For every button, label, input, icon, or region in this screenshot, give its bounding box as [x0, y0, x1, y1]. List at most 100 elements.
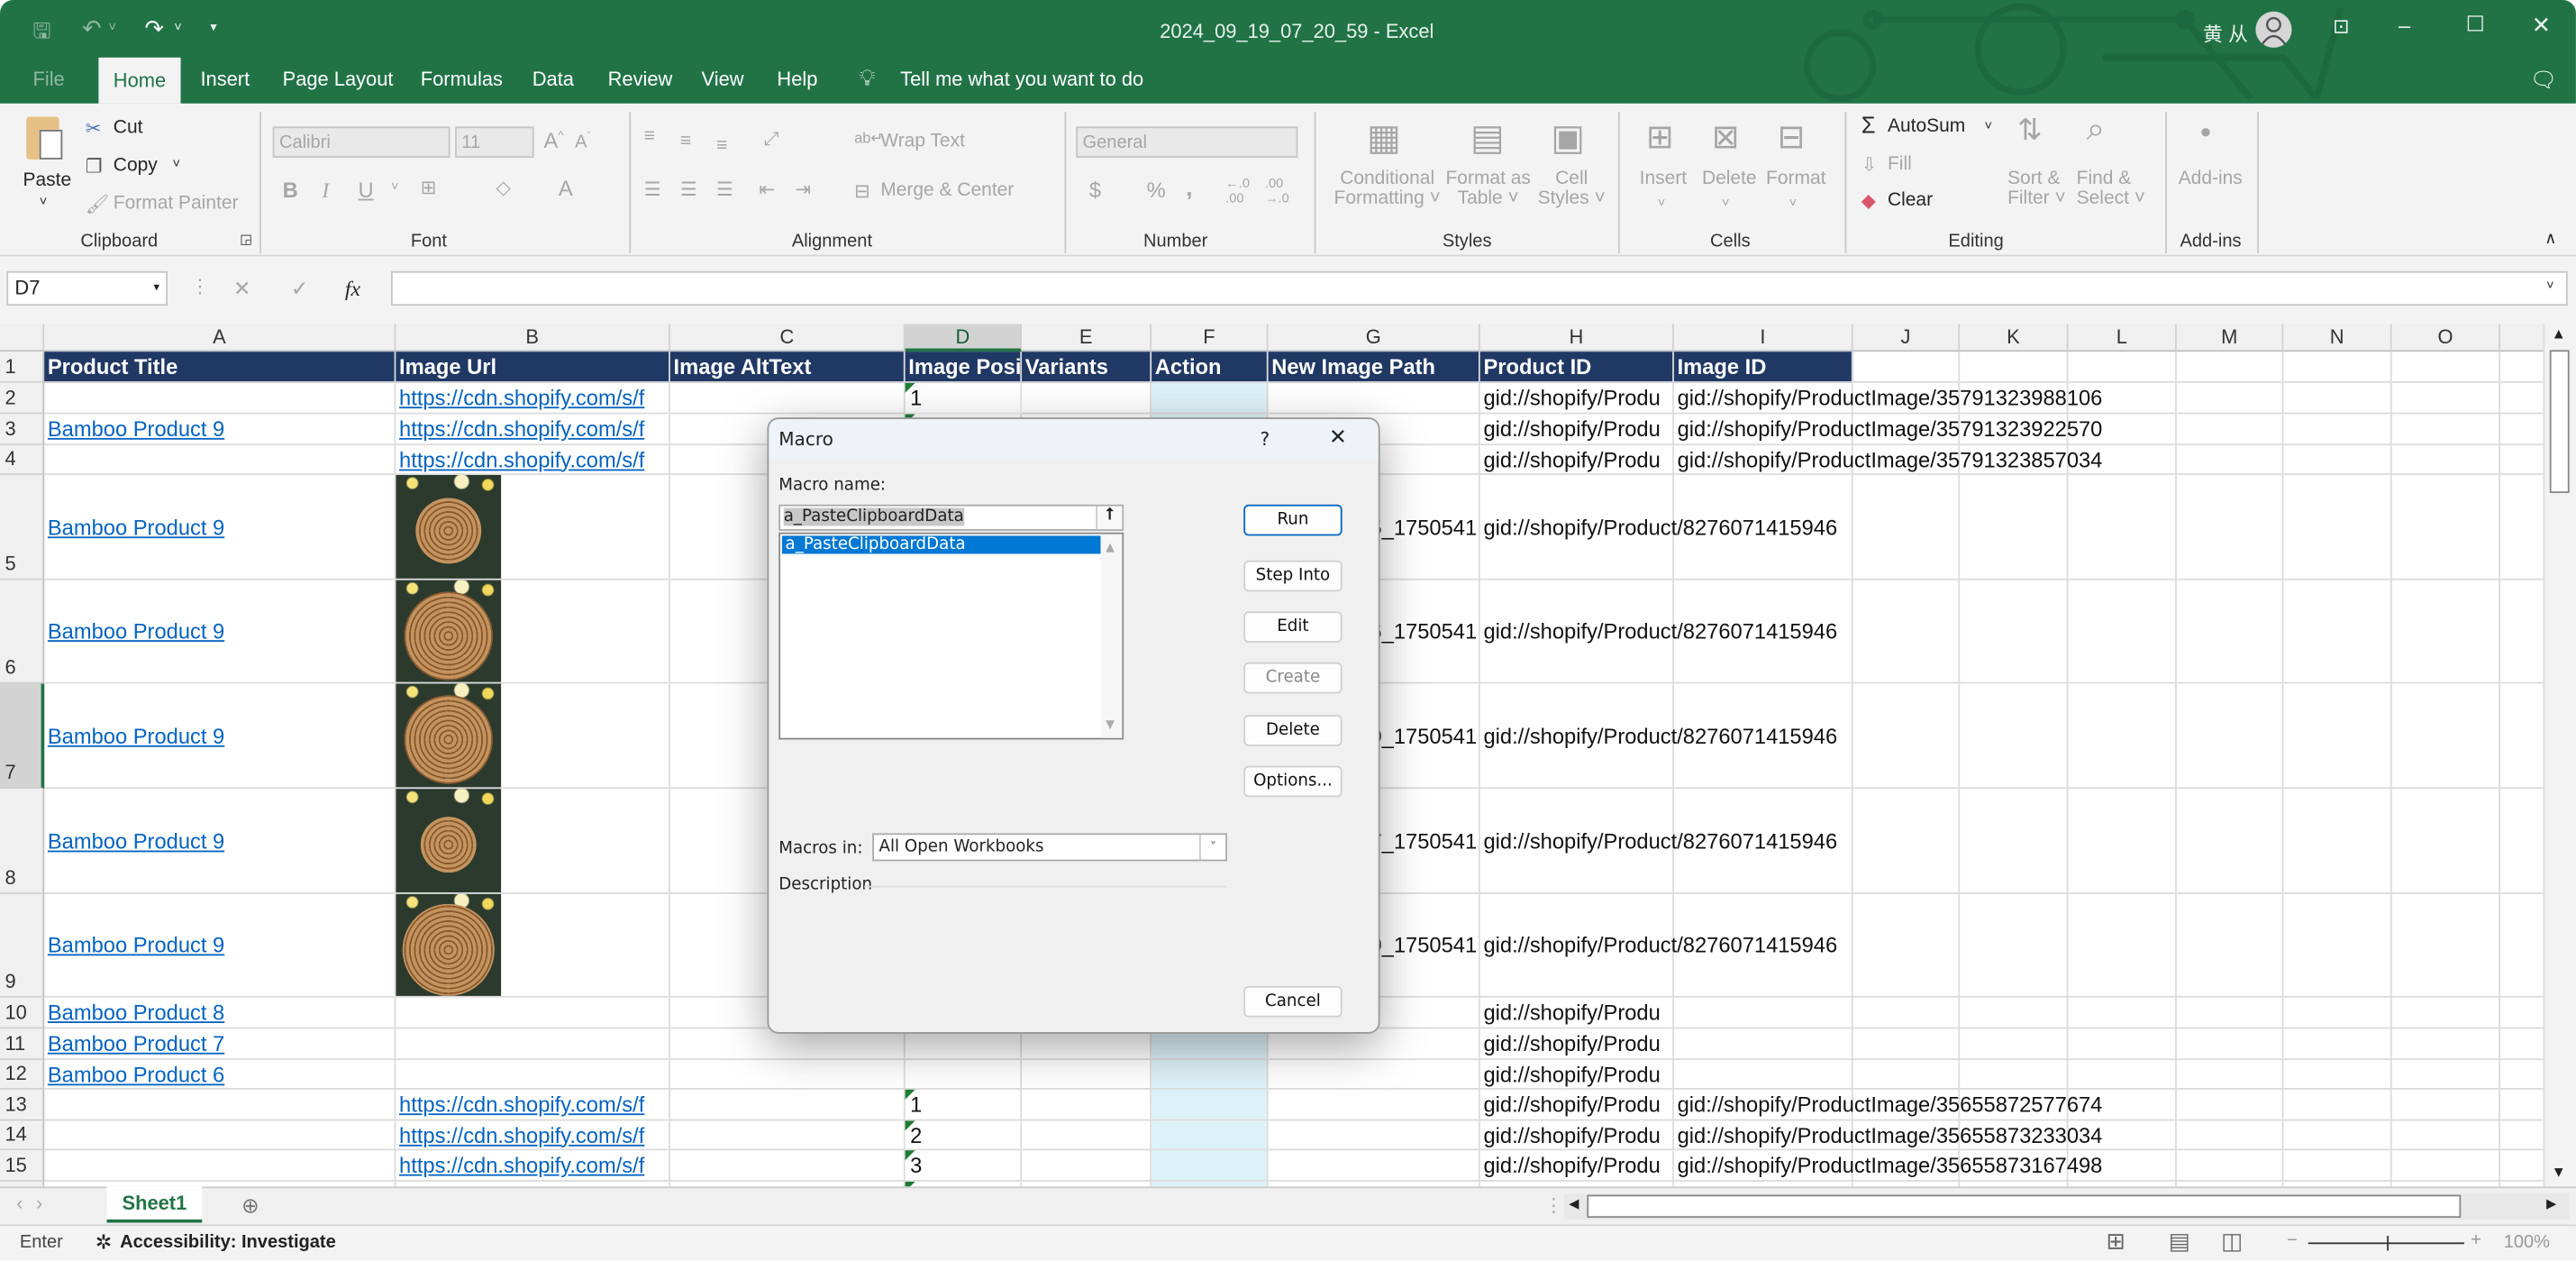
expand-formula-bar-icon[interactable]: ˅: [2546, 278, 2554, 292]
column-header[interactable]: K: [1960, 324, 2069, 352]
cell-O6[interactable]: [2391, 580, 2501, 684]
cell-B12[interactable]: [396, 1060, 670, 1090]
cell-O3[interactable]: [2391, 414, 2501, 446]
currency-button[interactable]: $: [1089, 178, 1101, 202]
cell-C15[interactable]: [669, 1150, 906, 1182]
cell-value[interactable]: Bamboo Product 9: [48, 416, 224, 441]
autosum-button[interactable]: AutoSum: [1888, 116, 1965, 136]
tab-insert[interactable]: Insert: [200, 68, 250, 91]
row-header[interactable]: 4: [0, 445, 45, 475]
minimize-icon[interactable]: –: [2399, 14, 2410, 38]
cell-K5[interactable]: [1960, 474, 2069, 580]
cell-M13[interactable]: [2176, 1089, 2284, 1121]
align-bottom-icon[interactable]: ≡: [716, 136, 727, 156]
font-color-icon[interactable]: A: [559, 176, 573, 200]
zoom-in-icon[interactable]: +: [2471, 1231, 2481, 1251]
cell-B8[interactable]: [396, 789, 670, 894]
find-select-button[interactable]: Find & Select ˅: [2077, 169, 2145, 209]
align-middle-icon[interactable]: ≡: [680, 132, 691, 151]
cell-D1[interactable]: Image Posit: [905, 352, 1023, 383]
horizontal-scrollbar[interactable]: ◀ ▶: [1563, 1192, 2570, 1220]
cell-M4[interactable]: [2176, 445, 2284, 475]
cell-B13[interactable]: https://cdn.shopify.com/s/f: [396, 1089, 670, 1121]
align-center-icon[interactable]: ☰: [680, 178, 697, 201]
row-header[interactable]: 5: [0, 474, 45, 580]
clear-button[interactable]: Clear: [1888, 191, 1933, 211]
cell-2[interactable]: [2500, 383, 2544, 415]
cell-H9[interactable]: gid://shopify/Product/8276071415946: [1479, 893, 1837, 998]
cell-H11[interactable]: gid://shopify/Produ: [1479, 1028, 1674, 1061]
sort-filter-button[interactable]: Sort & Filter ˅: [2007, 169, 2066, 209]
select-all-corner[interactable]: [0, 324, 45, 352]
sheet-tab-sheet1[interactable]: Sheet1: [106, 1186, 203, 1223]
cell-O5[interactable]: [2391, 474, 2501, 580]
cell-L9[interactable]: [2068, 893, 2177, 998]
tab-file[interactable]: File: [32, 68, 64, 91]
cell-N4[interactable]: [2283, 445, 2392, 475]
cell-K11[interactable]: [1960, 1028, 2069, 1061]
copy-dropdown-icon[interactable]: ˅: [172, 156, 180, 170]
cell-G12[interactable]: [1268, 1060, 1480, 1090]
row-header[interactable]: 9: [0, 893, 45, 998]
row-header[interactable]: 14: [0, 1120, 45, 1151]
cell-I11[interactable]: [1673, 1028, 1853, 1061]
tab-review[interactable]: Review: [608, 68, 673, 91]
cell-value[interactable]: Bamboo Product 9: [48, 933, 224, 957]
cell-value[interactable]: Bamboo Product 8: [48, 1000, 224, 1024]
cell-K12[interactable]: [1960, 1060, 2069, 1090]
cell-M7[interactable]: [2176, 683, 2284, 790]
paste-icon[interactable]: [26, 116, 63, 160]
zoom-slider-thumb[interactable]: [2386, 1236, 2389, 1251]
previous-sheet-icon[interactable]: ‹: [16, 1195, 23, 1215]
formula-input[interactable]: [390, 270, 2568, 306]
number-format-combo[interactable]: General: [1076, 126, 1298, 159]
delete-cells-button[interactable]: Delete: [1702, 169, 1757, 189]
cell-5[interactable]: [2500, 475, 2544, 580]
split-handle-icon[interactable]: ⋮: [1544, 1193, 1563, 1216]
cell-B6[interactable]: [396, 580, 670, 684]
vertical-scrollbar[interactable]: ▲ ▼: [2543, 324, 2575, 1187]
row-header[interactable]: 6: [0, 580, 45, 684]
cell-G1[interactable]: New Image Path: [1268, 352, 1480, 383]
cell-N11[interactable]: [2283, 1028, 2392, 1061]
cell-D2[interactable]: 1: [905, 382, 1023, 415]
edit-button[interactable]: Edit: [1243, 611, 1343, 643]
cell-B2[interactable]: https://cdn.shopify.com/s/f: [396, 382, 670, 415]
cell-O10[interactable]: [2391, 997, 2501, 1029]
macro-name-input[interactable]: a_PasteClipboardData ⭡: [778, 504, 1124, 531]
cell-O8[interactable]: [2391, 789, 2501, 894]
cell-L11[interactable]: [2068, 1028, 2177, 1061]
cell-N7[interactable]: [2283, 683, 2392, 790]
cell-value[interactable]: https://cdn.shopify.com/s/f: [399, 1122, 644, 1147]
column-header[interactable]: N: [2283, 324, 2392, 352]
cell-value[interactable]: https://cdn.shopify.com/s/f: [399, 1092, 644, 1117]
cell-3[interactable]: [2500, 414, 2544, 446]
row-header[interactable]: 7: [0, 683, 45, 790]
product-image-thumbnail[interactable]: [396, 789, 502, 893]
row-header[interactable]: 1: [0, 352, 45, 383]
scroll-down-icon[interactable]: ▼: [2552, 1164, 2566, 1180]
cell-12[interactable]: [2500, 1060, 2544, 1090]
column-header[interactable]: E: [1022, 324, 1152, 352]
column-header[interactable]: M: [2176, 324, 2284, 352]
cell-A10[interactable]: Bamboo Product 8: [44, 997, 396, 1029]
column-header[interactable]: [2500, 324, 2544, 352]
cell-O1[interactable]: [2391, 352, 2501, 383]
avatar[interactable]: [2255, 11, 2292, 48]
cell-value[interactable]: https://cdn.shopify.com/s/f: [399, 386, 644, 410]
cell-A3[interactable]: Bamboo Product 9: [44, 414, 396, 446]
cell-1[interactable]: [2500, 352, 2544, 383]
cell-M11[interactable]: [2176, 1028, 2284, 1061]
cell-L7[interactable]: [2068, 683, 2177, 790]
cell-I4[interactable]: gid://shopify/ProductImage/3579132385703…: [1673, 445, 2102, 475]
cell-E12[interactable]: [1022, 1060, 1152, 1090]
cell-H13[interactable]: gid://shopify/Produ: [1479, 1089, 1674, 1121]
cell-A13[interactable]: [44, 1089, 396, 1121]
zoom-slider[interactable]: [2307, 1236, 2464, 1251]
cell-M10[interactable]: [2176, 997, 2284, 1029]
product-image-thumbnail[interactable]: [396, 893, 502, 996]
column-header[interactable]: H: [1479, 324, 1674, 352]
cell-4[interactable]: [2500, 445, 2544, 475]
cell-F1[interactable]: Action: [1151, 352, 1269, 383]
cell-H8[interactable]: gid://shopify/Product/8276071415946: [1479, 789, 1837, 894]
